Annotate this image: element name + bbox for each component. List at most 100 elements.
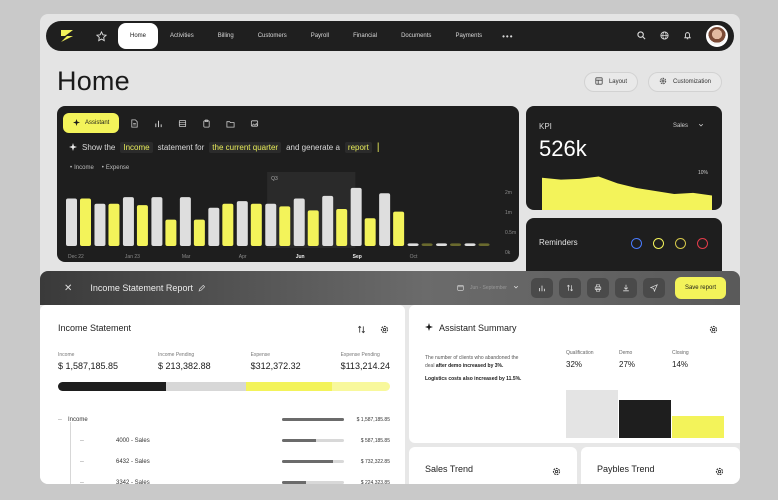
expense-bar[interactable] [222, 203, 234, 246]
edit-icon[interactable] [198, 279, 206, 297]
x-tick-label: Mar [182, 254, 191, 260]
income-bar[interactable] [293, 198, 305, 246]
more-icon[interactable]: ••• [494, 32, 521, 41]
collapse-icon[interactable]: – [58, 416, 68, 423]
layout-button[interactable]: Layout [583, 72, 638, 92]
chart-icon[interactable] [149, 114, 167, 132]
income-bar[interactable] [66, 198, 77, 246]
progress-segment [165, 382, 246, 391]
row-bar [282, 481, 344, 484]
income-bar[interactable] [208, 207, 220, 246]
income-bar[interactable] [350, 187, 362, 246]
reminder-dot[interactable] [653, 238, 664, 249]
income-bar[interactable] [464, 243, 476, 246]
funnel-bar [619, 400, 671, 438]
nav-item-billing[interactable]: Billing [206, 21, 246, 51]
metric-label: Income [58, 352, 75, 358]
expense-bar[interactable] [450, 243, 462, 246]
search-icon[interactable] [637, 27, 646, 45]
income-bar[interactable] [122, 197, 134, 246]
prompt-token[interactable]: report [344, 142, 372, 153]
image-icon[interactable] [245, 114, 263, 132]
prompt-token[interactable]: Income [120, 142, 153, 153]
chart-icon[interactable] [530, 278, 553, 298]
expense-bar[interactable] [364, 218, 376, 246]
folder-icon[interactable] [221, 114, 239, 132]
expense-bar[interactable] [393, 211, 405, 246]
prompt-token[interactable]: the current quarter [209, 142, 282, 153]
save-report-button[interactable]: Save report [674, 277, 726, 299]
progress-segment [245, 382, 332, 391]
funnel-label: Qualification [566, 350, 594, 356]
calendar-icon [457, 284, 464, 293]
table-row[interactable]: – 3342 - Sales $ 224,323.85 [58, 472, 390, 484]
reminder-dot[interactable] [697, 238, 708, 249]
gear-icon[interactable] [715, 463, 724, 481]
kpi-area [542, 176, 712, 210]
collapse-icon[interactable]: – [80, 458, 90, 465]
table-row[interactable]: – 4000 - Sales $ 587,185.85 [58, 430, 390, 451]
gear-icon[interactable] [552, 463, 561, 481]
avatar[interactable] [706, 25, 728, 47]
income-bar[interactable] [379, 193, 391, 246]
funnel-value: 32% [566, 360, 583, 369]
close-icon[interactable]: ✕ [64, 283, 72, 294]
download-icon[interactable] [614, 278, 637, 298]
metric-value: $ 1,587,185.85 [58, 361, 119, 371]
nav-item-payroll[interactable]: Payroll [299, 21, 341, 51]
document-icon[interactable] [125, 114, 143, 132]
nav-item-documents[interactable]: Documents [389, 21, 443, 51]
table-row[interactable]: – 6432 - Sales $ 732,322.85 [58, 451, 390, 472]
expense-bar[interactable] [336, 209, 348, 246]
collapse-icon[interactable]: – [80, 437, 90, 444]
income-expense-chart: Q3 Dec 22 Jan 23 Mar Apr Jun Sep Oct 2m 1m 0.5m 0k [66, 172, 516, 260]
income-bar[interactable] [94, 203, 106, 246]
table-icon[interactable] [173, 114, 191, 132]
expense-bar[interactable] [279, 206, 291, 246]
reminder-dot[interactable] [675, 238, 686, 249]
expense-bar[interactable] [193, 219, 205, 246]
assistant-prompt[interactable]: Show the Income statement for the curren… [69, 142, 379, 153]
funnel-value: 14% [672, 360, 689, 369]
income-bar[interactable] [236, 201, 248, 246]
sort-icon[interactable] [558, 278, 581, 298]
expense-bar[interactable] [478, 243, 490, 246]
print-icon[interactable] [586, 278, 609, 298]
nav-item-home[interactable]: Home [118, 23, 159, 49]
sort-icon[interactable] [357, 321, 366, 339]
funnel-value: 27% [619, 360, 636, 369]
income-bar[interactable] [265, 203, 277, 246]
nav-item-activities[interactable]: Activities [158, 21, 206, 51]
gear-icon[interactable] [709, 321, 718, 339]
income-bar[interactable] [151, 197, 163, 246]
expense-bar[interactable] [250, 203, 262, 246]
expense-bar[interactable] [307, 210, 319, 246]
nav-item-payments[interactable]: Payments [443, 21, 494, 51]
gear-icon[interactable] [380, 321, 389, 339]
date-range-select[interactable]: Jun - September [457, 284, 519, 293]
logo-icon[interactable] [52, 21, 82, 51]
expense-bar[interactable] [136, 205, 148, 246]
star-icon[interactable] [90, 30, 112, 42]
reminder-dot[interactable] [631, 238, 642, 249]
table-row[interactable]: – Income $ 1,587,185.85 [58, 409, 390, 430]
bell-icon[interactable] [683, 27, 692, 45]
expense-bar[interactable] [108, 203, 120, 246]
expense-bar[interactable] [80, 198, 91, 246]
expense-bar[interactable] [165, 219, 177, 246]
globe-icon[interactable] [660, 27, 669, 45]
row-bar-fill [282, 460, 333, 463]
nav-item-customers[interactable]: Customers [246, 21, 299, 51]
income-bar[interactable] [322, 195, 334, 246]
income-bar[interactable] [436, 243, 448, 246]
assistant-button[interactable]: Assistant [63, 113, 120, 133]
x-tick-label: Sep [353, 254, 362, 260]
income-bar[interactable] [407, 243, 419, 246]
collapse-icon[interactable]: – [80, 479, 90, 484]
expense-bar[interactable] [421, 243, 433, 246]
send-icon[interactable] [642, 278, 665, 298]
clipboard-icon[interactable] [197, 114, 215, 132]
income-bar[interactable] [179, 197, 191, 246]
customization-button[interactable]: Customization [647, 72, 722, 92]
nav-item-financial[interactable]: Financial [341, 21, 389, 51]
